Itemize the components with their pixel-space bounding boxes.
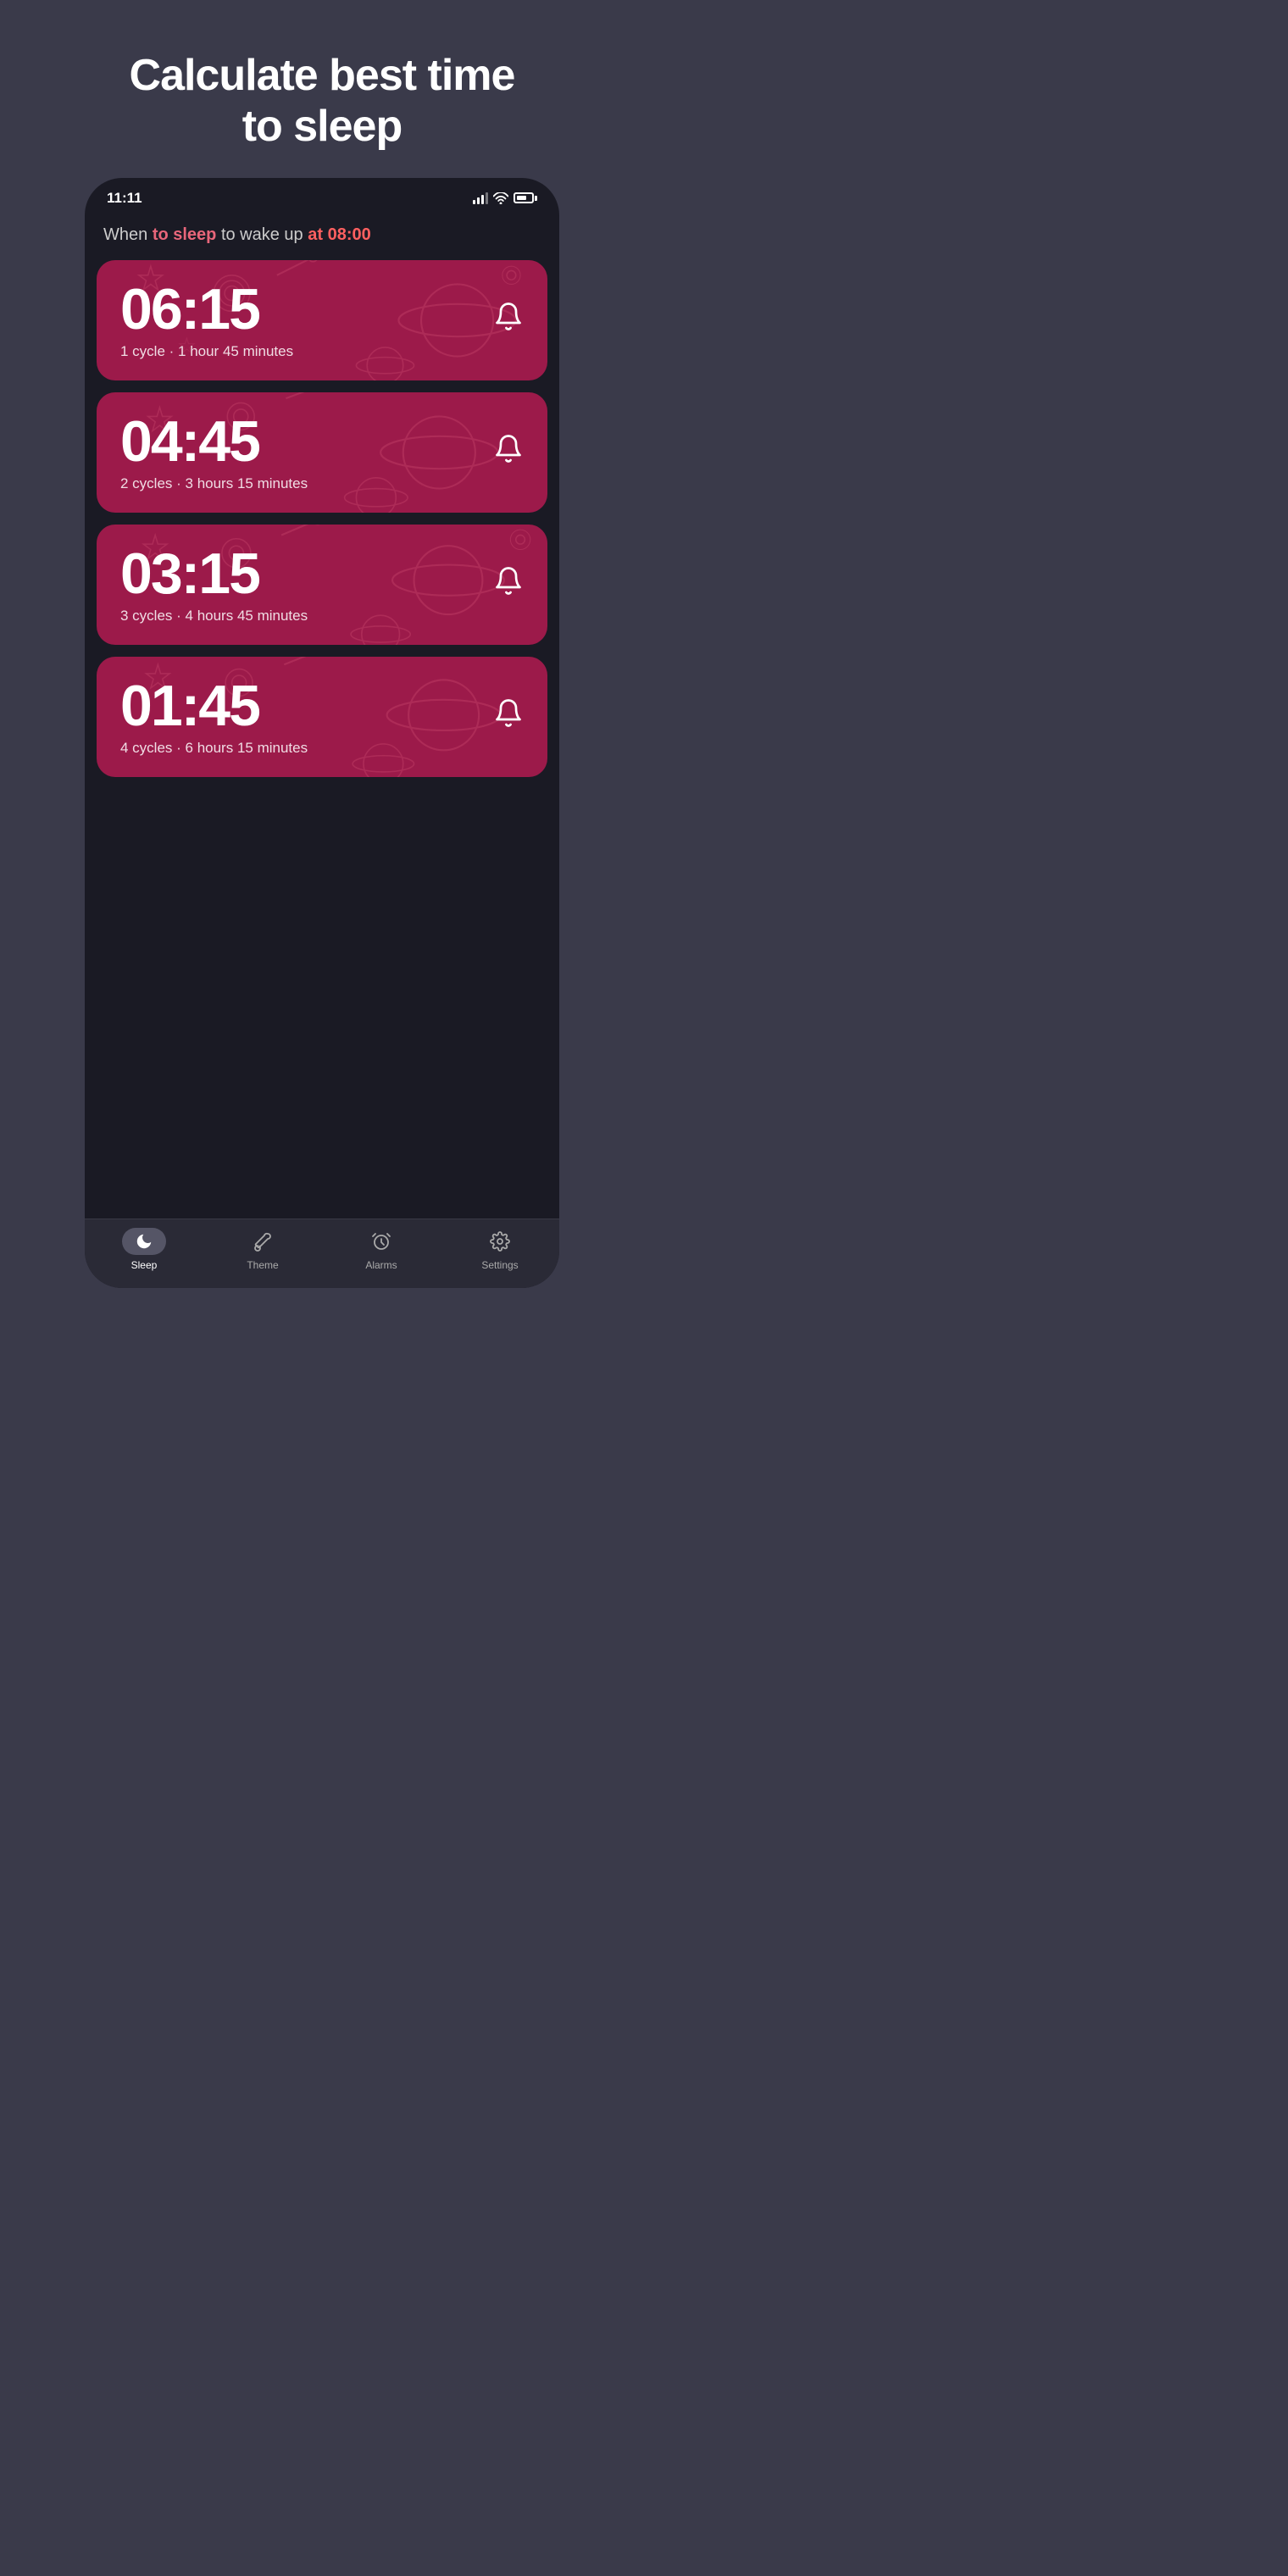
bell-icon-4 (493, 697, 524, 736)
card-4-desc: 4 cycles · 6 hours 15 minutes (120, 740, 524, 757)
theme-icon-wrap (241, 1228, 285, 1255)
time-card-1[interactable]: 06:15 1 cycle · 1 hour 45 minutes (97, 260, 547, 380)
page-title: Calculate best time to sleep (79, 0, 566, 178)
status-bar: 11:11 (85, 178, 559, 214)
card-1-time: 06:15 (120, 280, 524, 338)
card-2-time: 04:45 (120, 413, 524, 470)
time-card-3[interactable]: 03:15 3 cycles · 4 hours 45 minutes (97, 525, 547, 645)
time-card-2[interactable]: 04:45 2 cycles · 3 hours 15 minutes (97, 392, 547, 513)
moon-icon (135, 1232, 153, 1251)
nav-label-theme: Theme (247, 1259, 278, 1271)
cards-area: 06:15 1 cycle · 1 hour 45 minutes (85, 260, 559, 1219)
status-time: 11:11 (107, 190, 142, 207)
card-4-time: 01:45 (120, 677, 524, 735)
subtitle-text-middle: to wake up (216, 225, 308, 244)
nav-label-settings: Settings (481, 1259, 518, 1271)
nav-item-theme[interactable]: Theme (203, 1228, 322, 1271)
bell-icon-1 (493, 301, 524, 339)
status-icons (473, 192, 537, 204)
card-1-desc: 1 cycle · 1 hour 45 minutes (120, 343, 524, 360)
nav-label-alarms: Alarms (365, 1259, 397, 1271)
subtitle-highlight-time: at 08:00 (308, 225, 371, 244)
signal-icon (473, 192, 488, 204)
phone-frame: 11:11 When to sleep to wake up at 08:00 (85, 178, 559, 1288)
alarm-icon (371, 1231, 391, 1252)
bottom-navigation: Sleep Theme Alarms (85, 1219, 559, 1288)
gear-icon (490, 1231, 510, 1252)
card-3-desc: 3 cycles · 4 hours 45 minutes (120, 608, 524, 625)
nav-item-settings[interactable]: Settings (441, 1228, 559, 1271)
bell-icon-2 (493, 433, 524, 471)
nav-item-alarms[interactable]: Alarms (322, 1228, 441, 1271)
time-card-4[interactable]: 01:45 4 cycles · 6 hours 15 minutes (97, 657, 547, 777)
subtitle-text-before: When (103, 225, 153, 244)
card-2-desc: 2 cycles · 3 hours 15 minutes (120, 475, 524, 492)
nav-item-sleep[interactable]: Sleep (85, 1228, 203, 1271)
bell-icon-3 (493, 565, 524, 603)
sleep-icon-wrap (122, 1228, 166, 1255)
alarms-icon-wrap (359, 1228, 403, 1255)
subtitle-highlight-sleep: to sleep (153, 225, 217, 244)
settings-icon-wrap (478, 1228, 522, 1255)
battery-icon (514, 192, 537, 203)
card-3-time: 03:15 (120, 545, 524, 602)
nav-label-sleep: Sleep (131, 1259, 158, 1271)
subtitle: When to sleep to wake up at 08:00 (85, 214, 559, 260)
paintbrush-icon (253, 1231, 273, 1252)
wifi-icon (493, 192, 508, 204)
